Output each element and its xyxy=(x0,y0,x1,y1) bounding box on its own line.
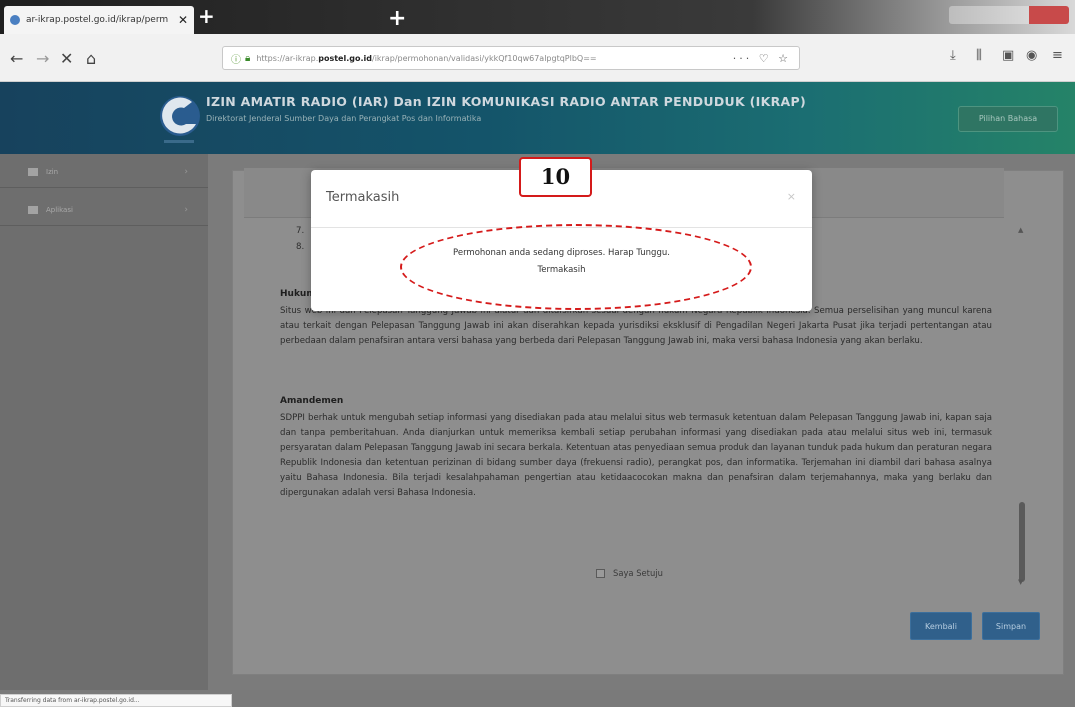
menu-icon[interactable]: ≡ xyxy=(1052,48,1063,63)
status-tooltip: Transferring data from ar-ikrap.postel.g… xyxy=(0,694,232,707)
site-subtitle: Direktorat Jenderal Sumber Daya dan Pera… xyxy=(206,114,482,123)
back-icon[interactable]: ← xyxy=(10,49,23,68)
address-bar[interactable]: ⓘ 🔒︎ https://ar-ikrap.postel.go.id/ikrap… xyxy=(222,46,800,70)
stop-icon[interactable]: ✕ xyxy=(60,49,73,68)
scroll-thumb[interactable] xyxy=(1019,502,1025,582)
browser-tab[interactable]: ar-ikrap.postel.go.id/ikrap/perm ✕ xyxy=(4,6,194,34)
library-icon[interactable]: ⫼ xyxy=(976,48,982,63)
extension-icon[interactable]: ◉ xyxy=(1026,48,1037,63)
agree-checkbox-row[interactable]: Saya Setuju xyxy=(596,568,663,578)
save-button[interactable]: Simpan xyxy=(982,612,1040,640)
favicon-icon xyxy=(10,15,20,25)
scroll-down-icon[interactable]: ▼ xyxy=(1018,578,1023,586)
modal-title: Termakasih xyxy=(326,190,400,205)
home-icon[interactable]: ⌂ xyxy=(86,49,96,68)
list-number: 8. xyxy=(296,242,305,252)
list-number: 7. xyxy=(296,226,305,236)
highlight-ellipse xyxy=(400,224,752,310)
scroll-up-icon[interactable]: ▲ xyxy=(1018,226,1023,234)
chevron-right-icon: › xyxy=(184,204,188,215)
close-icon[interactable]: × xyxy=(787,190,796,203)
page-actions[interactable]: ··· ♡ ☆ xyxy=(733,52,791,65)
grid-icon xyxy=(28,205,38,214)
section-heading-amandemen: Amandemen xyxy=(280,396,344,406)
window-controls[interactable] xyxy=(949,6,1069,24)
sidebar: Izin › Aplikasi › xyxy=(0,154,208,690)
site-header: IZIN AMATIR RADIO (IAR) Dan IZIN KOMUNIK… xyxy=(0,82,1075,154)
close-tab-icon[interactable]: ✕ xyxy=(178,13,188,27)
sidebar-item-label: Izin xyxy=(46,167,59,176)
tab-title: ar-ikrap.postel.go.id/ikrap/perm xyxy=(26,15,169,25)
section-text-amandemen: SDPPI berhak untuk mengubah setiap infor… xyxy=(280,413,992,498)
kominfo-logo-icon xyxy=(160,96,200,143)
new-tab-button[interactable]: + xyxy=(198,4,215,28)
agree-label: Saya Setuju xyxy=(613,568,663,578)
back-button[interactable]: Kembali xyxy=(910,612,972,640)
vertical-scrollbar[interactable]: ▲ ▼ xyxy=(1016,222,1028,590)
grid-icon xyxy=(28,167,38,176)
language-button[interactable]: Pilihan Bahasa xyxy=(958,106,1058,132)
site-title: IZIN AMATIR RADIO (IAR) Dan IZIN KOMUNIK… xyxy=(206,94,806,109)
browser-nav-bar: ← → ✕ ⌂ ⓘ 🔒︎ https://ar-ikrap.postel.go.… xyxy=(0,34,1075,82)
lock-icon: 🔒︎ xyxy=(245,52,251,64)
plus-icon: + xyxy=(388,6,407,31)
sidebar-item-aplikasi[interactable]: Aplikasi › xyxy=(0,194,208,226)
step-number-badge: 10 xyxy=(519,157,592,197)
window-close-button[interactable] xyxy=(1029,6,1069,24)
browser-tab-bar: ar-ikrap.postel.go.id/ikrap/perm ✕ + + xyxy=(0,0,1075,34)
sidebar-item-label: Aplikasi xyxy=(46,205,73,214)
download-icon[interactable]: ⤓ xyxy=(950,48,956,63)
sidebar-item-izin[interactable]: Izin › xyxy=(0,156,208,188)
agree-checkbox[interactable] xyxy=(596,568,605,578)
chevron-right-icon: › xyxy=(184,166,188,177)
url-text[interactable]: https://ar-ikrap.postel.go.id/ikrap/perm… xyxy=(256,54,726,63)
sidebar-toggle-icon[interactable]: ▣ xyxy=(1002,48,1014,63)
forward-icon[interactable]: → xyxy=(36,49,49,68)
info-icon[interactable]: ⓘ xyxy=(231,51,241,66)
